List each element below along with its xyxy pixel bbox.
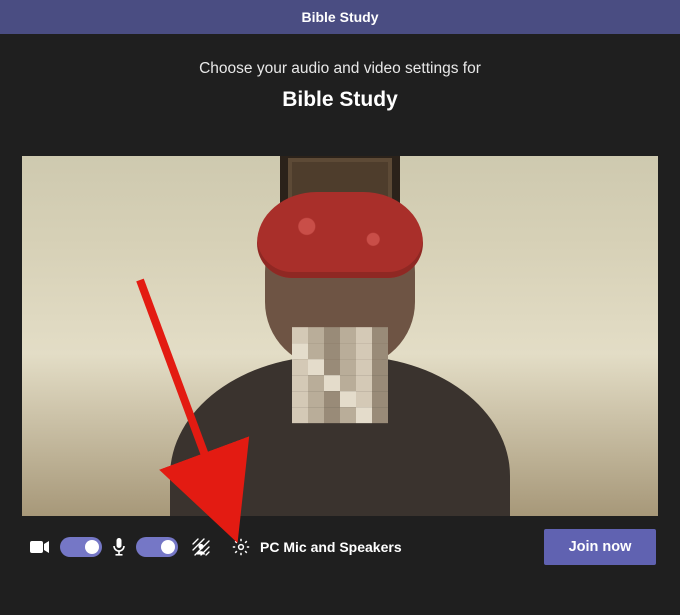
camera-toggle[interactable]	[60, 537, 102, 557]
prejoin-prompt: Choose your audio and video settings for	[199, 60, 481, 78]
toggle-knob	[85, 540, 99, 554]
meeting-name: Bible Study	[282, 88, 398, 112]
gear-icon	[232, 538, 250, 556]
camera-icon	[30, 540, 50, 554]
scene-headscarf	[257, 192, 423, 278]
audio-device-selector[interactable]: PC Mic and Speakers	[232, 538, 402, 556]
prejoin-page: Choose your audio and video settings for…	[0, 34, 680, 578]
prejoin-controls: PC Mic and Speakers Join now	[22, 516, 658, 578]
mic-toggle[interactable]	[136, 537, 178, 557]
video-preview	[22, 156, 658, 516]
mic-icon	[112, 538, 126, 556]
background-effects-icon[interactable]	[192, 538, 210, 556]
preview-and-controls: PC Mic and Speakers Join now	[22, 156, 658, 578]
window-title: Bible Study	[301, 9, 378, 25]
toggle-knob	[161, 540, 175, 554]
join-now-button[interactable]: Join now	[544, 529, 656, 565]
window-title-bar: Bible Study	[0, 0, 680, 34]
audio-device-label: PC Mic and Speakers	[260, 539, 402, 555]
face-blur-overlay	[292, 327, 388, 423]
